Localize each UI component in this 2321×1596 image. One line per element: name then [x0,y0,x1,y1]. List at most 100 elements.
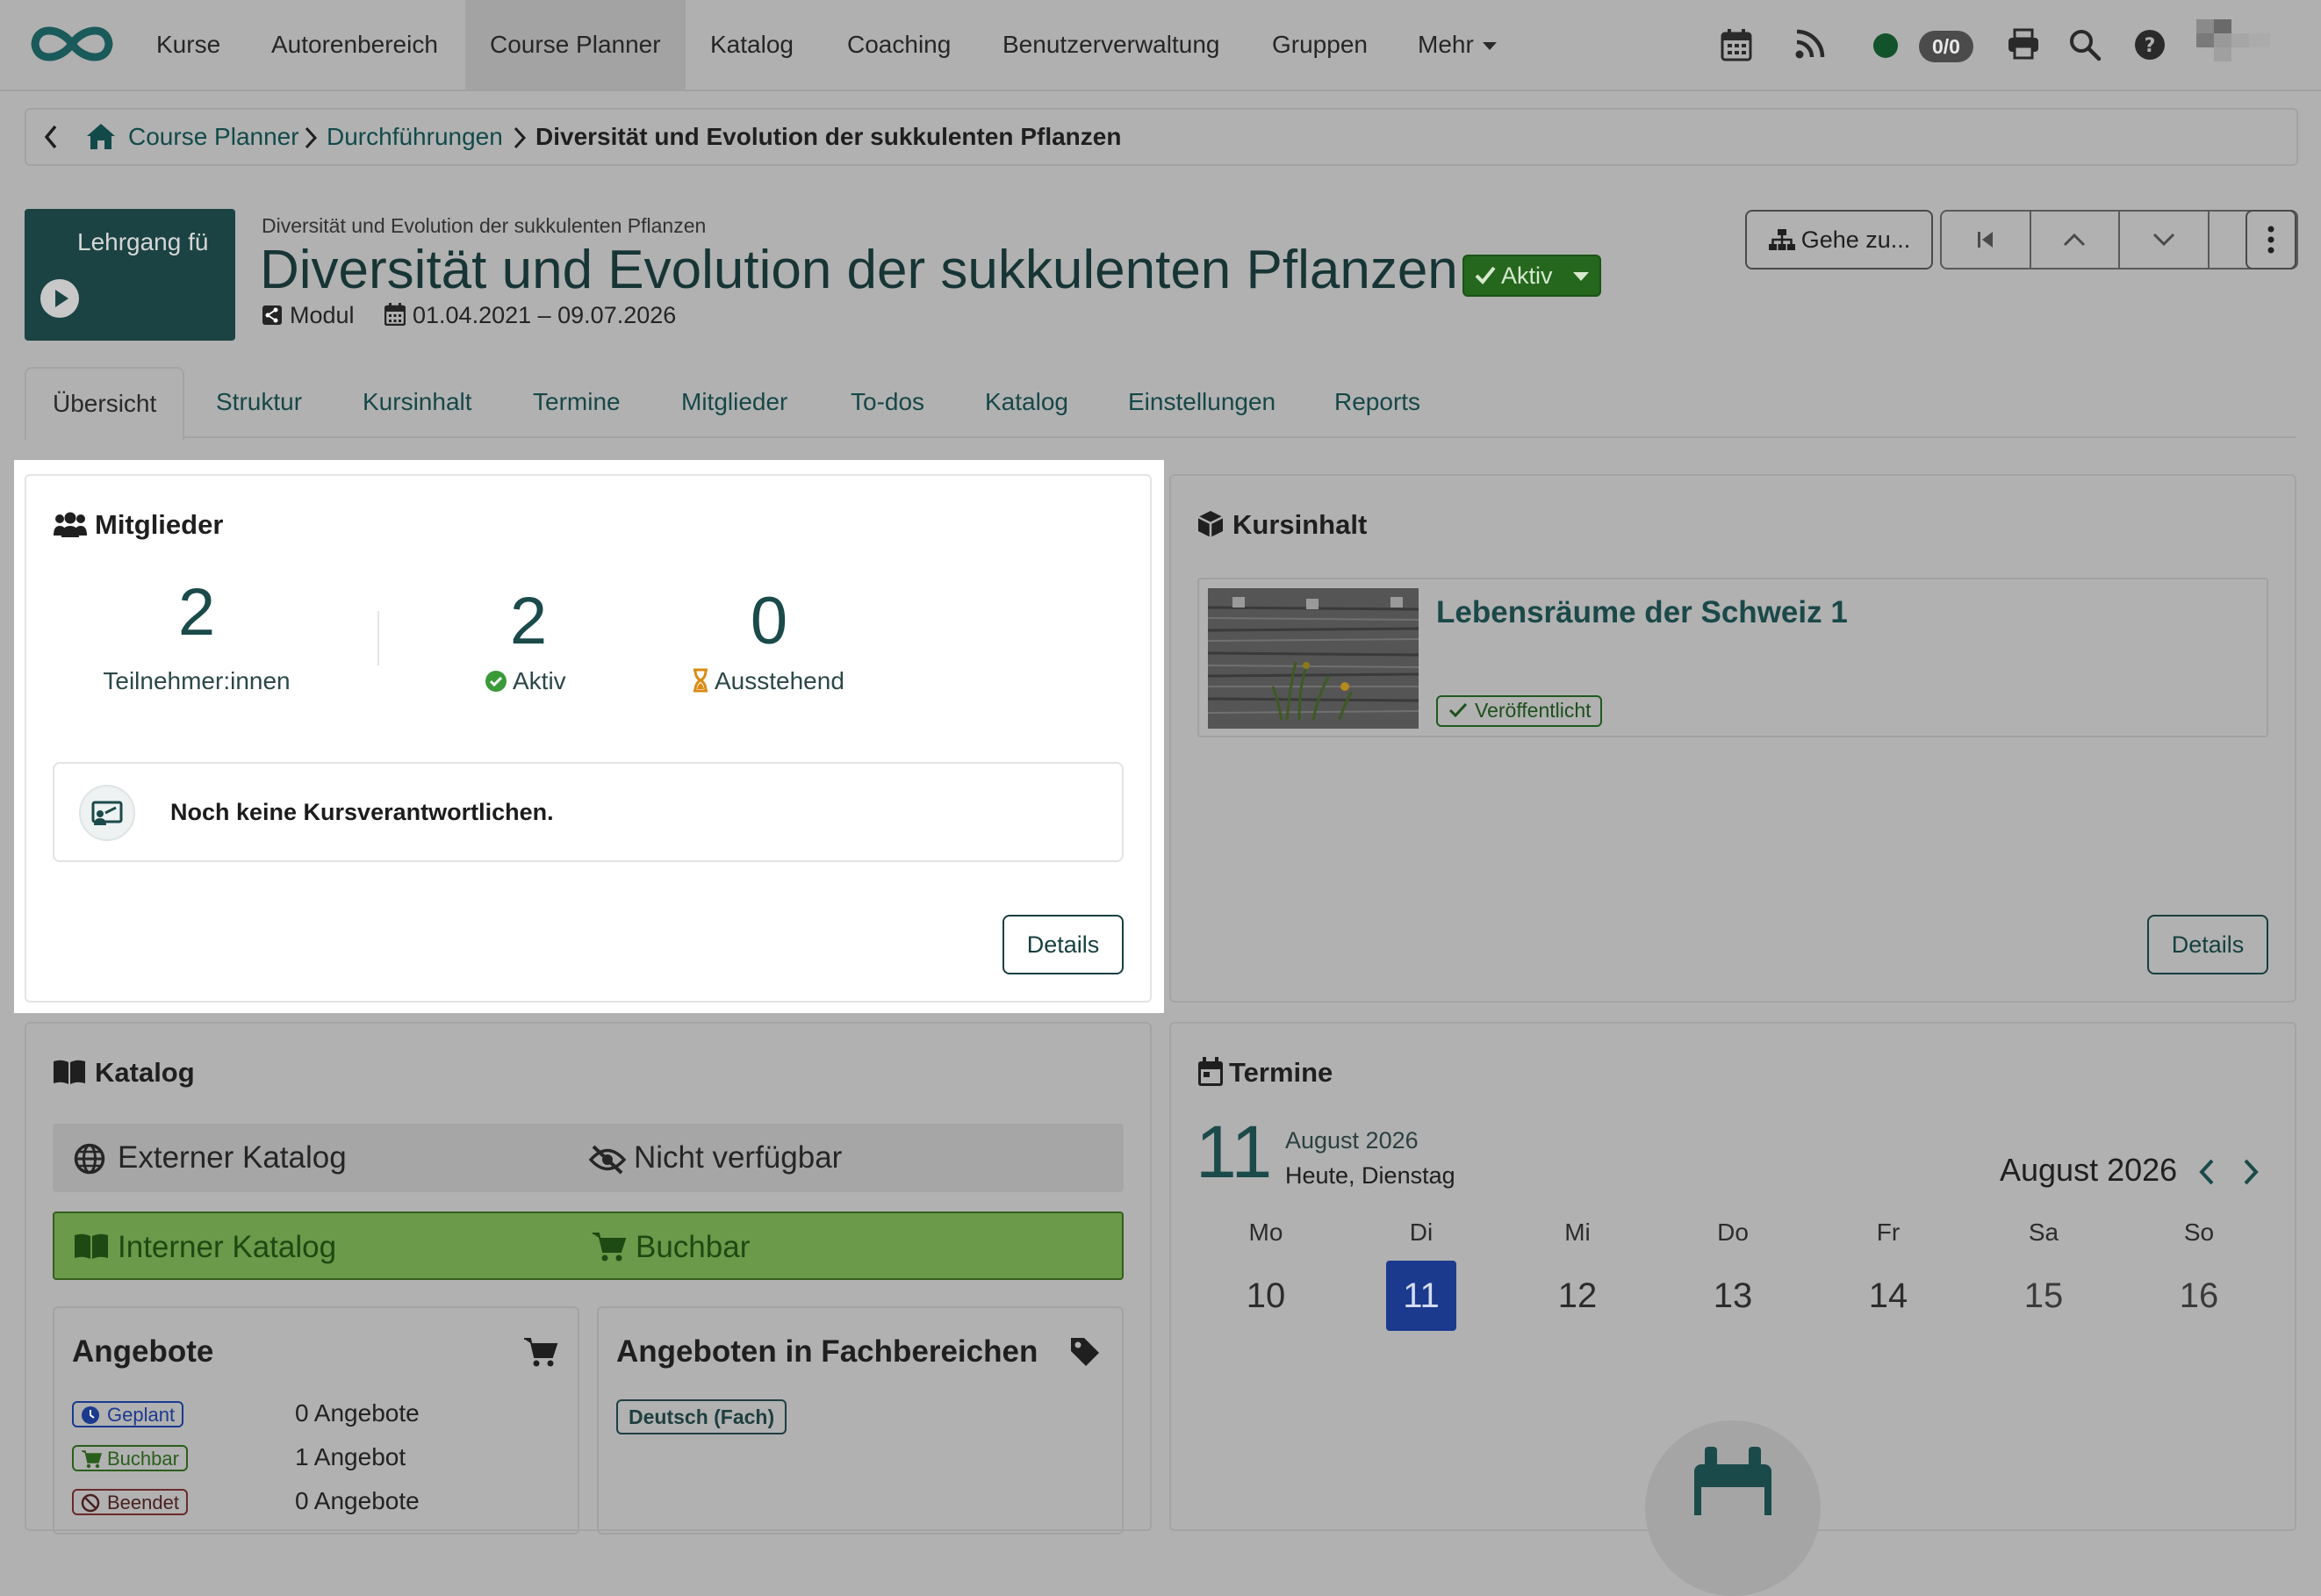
calendar-day[interactable]: 12 [1542,1261,1613,1331]
clock-icon [81,1405,100,1425]
breadcrumb: Course Planner Durchführungen Diversität… [25,108,2298,166]
calendar-icon[interactable] [1721,28,1752,61]
check-icon [1448,701,1468,719]
chevron-left-icon [2199,1159,2214,1185]
book-open-icon [53,1059,86,1085]
cart-icon [81,1449,102,1469]
previous-button[interactable] [2031,212,2120,268]
nav-mehr[interactable]: Mehr [1418,0,1497,90]
nav-autorenbereich[interactable]: Autorenbereich [271,0,438,90]
calendar-day[interactable]: 15 [2008,1261,2079,1331]
calendar-day-icon [1197,1057,1224,1087]
content-details-button[interactable]: Details [2147,915,2268,974]
search-icon[interactable] [2068,28,2102,61]
breadcrumb-current: Diversität und Evolution der sukkulenten… [535,123,1122,150]
offers-panel: Angebote Geplant 0 Angebote Buchbar 1 An… [53,1306,579,1535]
thumbnail-text: Lehrgang fü [77,228,209,255]
chevron-right-icon [304,126,318,150]
calendar-day[interactable]: 13 [1698,1261,1768,1331]
home-icon[interactable] [86,122,116,150]
ended-offers: 0 Angebote [295,1487,420,1514]
pending-label: Ausstehend [715,667,844,694]
tab-uebersicht[interactable]: Übersicht [25,367,185,441]
first-page-button[interactable] [1942,212,2031,268]
avatar[interactable] [2196,19,2270,61]
share-square-icon [262,305,283,326]
tab-termine[interactable]: Termine [533,367,621,437]
tab-todos[interactable]: To-dos [851,367,924,437]
calendar-day[interactable]: 10 [1231,1261,1301,1331]
ellipsis-vertical-icon [2267,226,2274,254]
external-catalog-status: Nicht verfügbar [634,1140,843,1175]
chevron-right-icon [513,126,527,150]
chevron-up-icon [2064,233,2086,247]
course-content-card[interactable]: Lebensräume der Schweiz 1 Veröffentlicht [1197,578,2268,737]
calendar-day[interactable]: 14 [1853,1261,1923,1331]
empty-calendar-illustration [1645,1420,1821,1596]
course-content-image[interactable] [1208,588,1419,729]
nav-benutzerverwaltung[interactable]: Benutzerverwaltung [1002,0,1219,90]
rss-icon[interactable] [1794,28,1826,60]
pending-count: 0 [750,584,788,658]
tab-reports[interactable]: Reports [1334,367,1420,437]
breadcrumb-durchfuehrungen[interactable]: Durchführungen [327,110,503,164]
tab-einstellungen[interactable]: Einstellungen [1128,367,1275,437]
print-icon[interactable] [2007,28,2040,60]
nav-coaching[interactable]: Coaching [847,0,951,90]
goto-label: Gehe zu... [1800,226,1911,253]
next-button[interactable] [2120,212,2210,268]
ended-label: Beendet [107,1492,179,1513]
offers-title: Angebote [72,1334,214,1369]
external-catalog-label: Externer Katalog [118,1140,347,1175]
today-month-year: August 2026 [1285,1127,1419,1154]
tab-katalog[interactable]: Katalog [985,367,1068,437]
course-content-title[interactable]: Lebensräume der Schweiz 1 [1436,595,1848,630]
nav-course-planner[interactable]: Course Planner [465,0,686,90]
weekday-label: Fr [1876,1219,1901,1246]
course-thumbnail[interactable]: Lehrgang fü [25,209,235,341]
weekday-label: So [2183,1219,2215,1246]
published-badge: Veröffentlicht [1436,695,1602,727]
more-options-button[interactable] [2246,210,2296,270]
fields-panel: Angeboten in Fachbereichen Deutsch (Fach… [597,1306,1124,1535]
field-badge: Deutsch (Fach) [616,1399,787,1434]
planned-label: Geplant [107,1404,176,1426]
top-navigation: Kurse Autorenbereich Course Planner Kata… [0,0,2321,91]
help-icon[interactable]: ? [2133,28,2167,61]
goto-button[interactable]: Gehe zu... [1745,210,1933,270]
internal-catalog-status: Buchbar [636,1230,751,1264]
tab-struktur[interactable]: Struktur [216,367,302,437]
bookable-label: Buchbar [107,1448,179,1470]
back-chevron-icon[interactable] [42,124,60,150]
nav-mehr-label: Mehr [1418,31,1474,58]
calendar-day-today[interactable]: 11 [1386,1261,1456,1331]
status-dropdown[interactable]: Aktiv [1462,255,1601,297]
calendar-day[interactable]: 16 [2164,1261,2234,1331]
nav-gruppen[interactable]: Gruppen [1272,0,1368,90]
members-details-button[interactable]: Details [1002,915,1124,974]
calendar-empty-icon [1694,1447,1771,1515]
play-icon[interactable] [40,279,79,318]
cart-icon [592,1231,627,1262]
hourglass-icon [692,668,709,693]
tab-kursinhalt[interactable]: Kursinhalt [363,367,472,437]
nav-kurse[interactable]: Kurse [156,0,220,90]
nav-katalog[interactable]: Katalog [710,0,794,90]
check-circle-icon [485,670,507,693]
bookable-badge: Buchbar [72,1445,188,1471]
counter-badge[interactable]: 0/0 [1919,31,1973,62]
users-icon [53,511,88,539]
fields-title: Angeboten in Fachbereichen [616,1334,1038,1369]
status-dot-icon[interactable] [1873,33,1898,58]
external-catalog-row: Externer Katalog Nicht verfügbar [53,1124,1124,1192]
logo-icon[interactable] [26,18,118,70]
prev-week-button[interactable] [2196,1157,2217,1187]
internal-catalog-label: Interner Katalog [118,1230,337,1264]
next-week-button[interactable] [2240,1157,2261,1187]
breadcrumb-course-planner[interactable]: Course Planner [128,110,299,164]
cube-icon [1196,509,1225,539]
presentation-icon [79,785,135,841]
tab-mitglieder[interactable]: Mitglieder [681,367,787,437]
globe-icon [74,1143,105,1175]
caret-down-icon [1482,42,1497,51]
